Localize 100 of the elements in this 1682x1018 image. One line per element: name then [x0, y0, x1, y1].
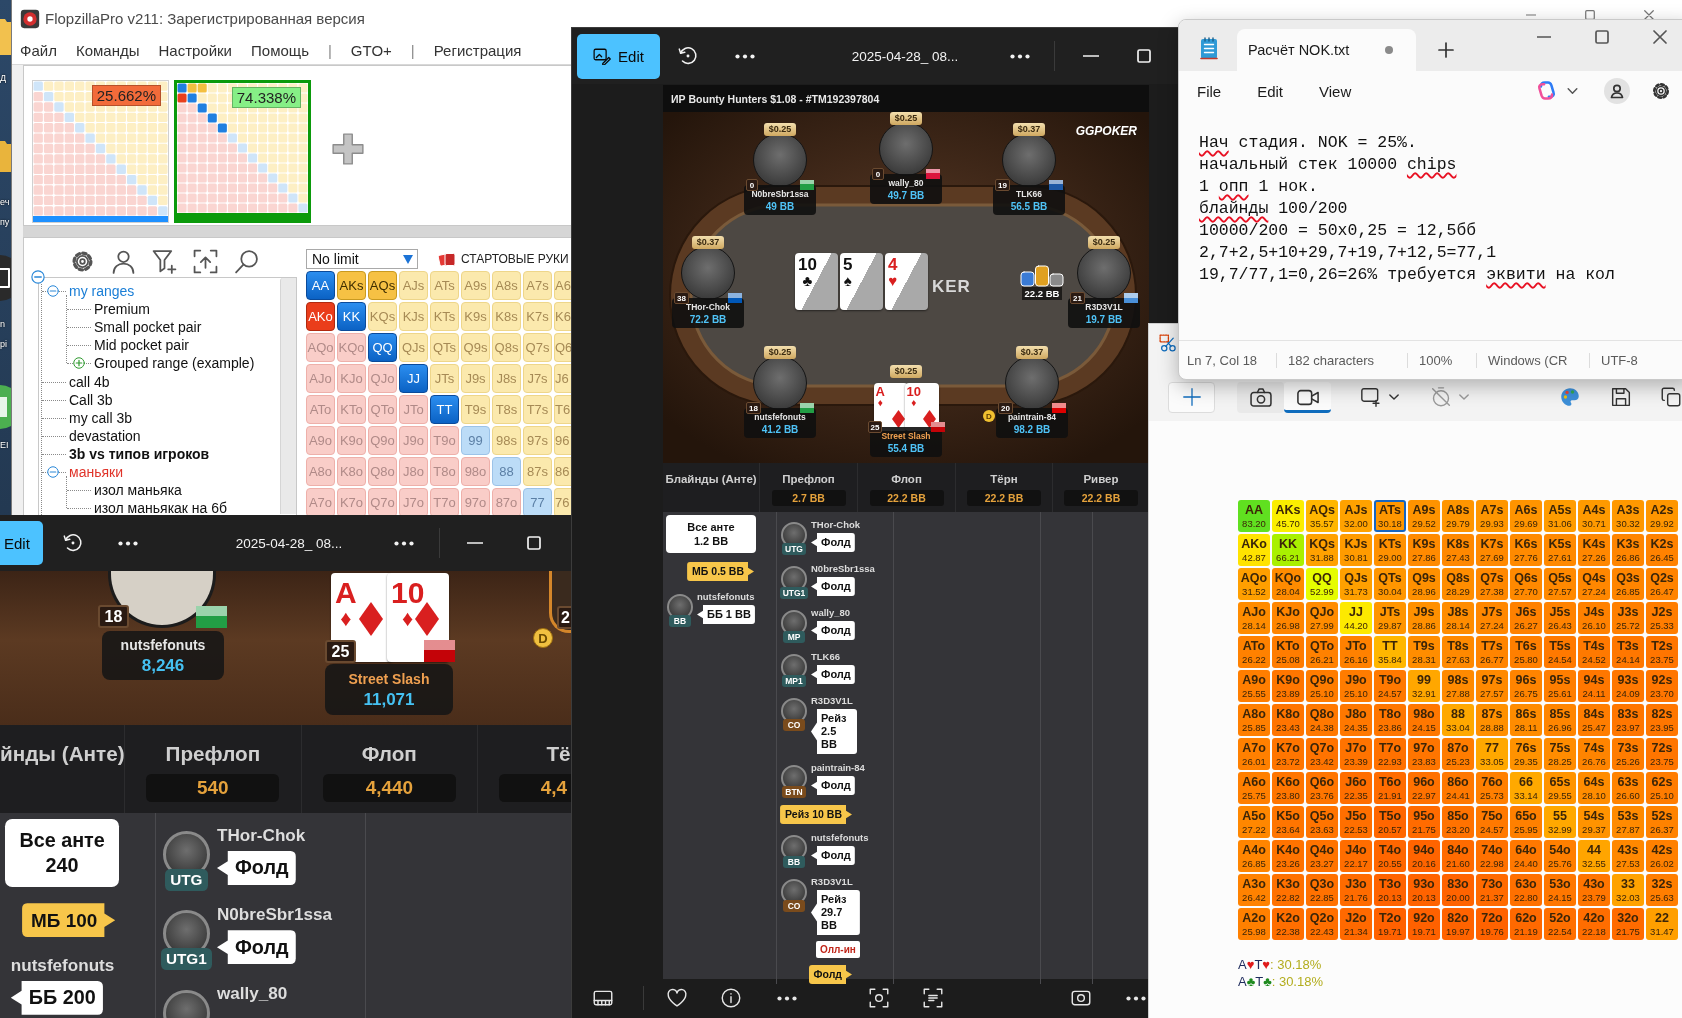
hand-cell[interactable]: KJo [337, 364, 366, 393]
hand-cell[interactable]: AQs [368, 271, 397, 300]
hand-cell[interactable]: TT [430, 395, 459, 424]
hand-cell[interactable]: 77 [523, 488, 552, 517]
hand-cell[interactable]: A9s [461, 271, 490, 300]
hand-cell[interactable]: 96 [554, 426, 571, 455]
menu-item[interactable]: GTO+ [350, 42, 392, 59]
tree-item[interactable]: Mid pocket pair [39, 336, 189, 355]
hand-cell[interactable]: 88 [492, 457, 521, 486]
person-icon[interactable] [111, 249, 136, 274]
settings-icon[interactable] [1651, 81, 1671, 101]
hand-cell[interactable]: QTs [430, 333, 459, 362]
collapse-icon[interactable] [47, 465, 59, 478]
more-icon[interactable] [118, 540, 138, 546]
hand-cell[interactable]: T9s [461, 395, 490, 424]
hand-cell[interactable]: QQ [368, 333, 397, 362]
hand-cell[interactable]: A7o [306, 488, 335, 517]
hand-cell[interactable]: A6 [554, 271, 571, 300]
hand-cell[interactable]: AJs [399, 271, 428, 300]
tree-item[interactable]: Small pocket pair [39, 318, 202, 337]
collapse-icon[interactable] [47, 285, 59, 297]
filmstrip-icon[interactable] [593, 988, 613, 1008]
hand-cell[interactable]: QTo [368, 395, 397, 424]
hand-cell[interactable]: T8o [430, 457, 459, 486]
hand-cell[interactable]: ATs [430, 271, 459, 300]
logo-icon[interactable] [1537, 81, 1556, 100]
hand-cell[interactable]: K7s [523, 302, 552, 331]
hand-cell[interactable]: ATo [306, 395, 335, 424]
focus-icon[interactable] [869, 988, 889, 1008]
heart-icon[interactable] [667, 988, 687, 1008]
collapse-icon[interactable] [31, 270, 45, 284]
filter-icon[interactable] [152, 249, 177, 274]
info-icon[interactable] [721, 988, 741, 1008]
hand-cell[interactable]: KTs [430, 302, 459, 331]
hand-cell[interactable]: T7s [523, 395, 552, 424]
hand-cell[interactable]: K9s [461, 302, 490, 331]
hand-cell[interactable]: T6 [554, 395, 571, 424]
palette-icon[interactable] [1560, 387, 1580, 407]
timer-button[interactable] [1431, 385, 1469, 409]
tree-item[interactable]: my ranges [39, 282, 135, 301]
hand-cell[interactable]: J7o [399, 488, 428, 517]
settings-icon[interactable] [70, 249, 95, 274]
hand-cell[interactable]: K8o [337, 457, 366, 486]
hand-cell[interactable]: Q6 [554, 333, 571, 362]
hand-cell[interactable]: T8s [492, 395, 521, 424]
copy-icon[interactable] [1661, 387, 1681, 407]
more-icon[interactable] [1010, 53, 1030, 59]
hand-cell[interactable]: AQo [306, 333, 335, 362]
new-snip-button[interactable] [1168, 381, 1215, 413]
more-icon[interactable] [735, 53, 755, 59]
hand-cell[interactable]: AKo [306, 302, 335, 331]
text-scan-icon[interactable] [923, 988, 943, 1008]
hand-cell[interactable]: Q7s [523, 333, 552, 362]
tree-item[interactable]: 3b vs типов игроков [39, 444, 210, 463]
hand-cell[interactable]: 87s [523, 457, 552, 486]
hand-cell[interactable]: Q8s [492, 333, 521, 362]
hand-cell[interactable]: A8s [492, 271, 521, 300]
hand-cell[interactable]: JTs [430, 364, 459, 393]
screenshot-icon[interactable] [1071, 988, 1091, 1008]
menu-item[interactable]: Команды [75, 42, 140, 59]
hand-cell[interactable]: A9o [306, 426, 335, 455]
close-icon[interactable] [1653, 30, 1667, 44]
desktop-icon-label[interactable]: пу [0, 217, 10, 228]
hand-cell[interactable]: QJo [368, 364, 397, 393]
hand-cell[interactable]: 76 [554, 488, 571, 517]
capture-mode-button[interactable] [1237, 381, 1284, 413]
capture-mode-button[interactable] [1284, 381, 1331, 413]
rotate-icon[interactable] [62, 532, 84, 554]
hand-cell[interactable]: Q7o [368, 488, 397, 517]
hand-cell[interactable]: KJs [399, 302, 428, 331]
hand-cell[interactable]: J8s [492, 364, 521, 393]
game-type-dropdown[interactable]: No limit [306, 249, 418, 269]
close-icon[interactable] [1644, 10, 1654, 20]
hand-cell[interactable]: A8o [306, 457, 335, 486]
hand-cell[interactable]: Q9o [368, 426, 397, 455]
plus-icon[interactable] [1438, 42, 1454, 58]
edit-button[interactable]: Edit [0, 521, 43, 565]
hand-cell[interactable]: 87o [492, 488, 521, 517]
hand-cell[interactable]: 97o [461, 488, 490, 517]
account-icon[interactable] [1604, 78, 1630, 104]
text-area[interactable]: Нач стадия. NOK = 25%. начальный стек 10000 chips 1 опп 1 нок. блайнды 100/200 10000/200 = 50x0,25 = 12,5бб 2,7+2,5+10+29,7+19,7+12,5=77,1 19,7/77,1=0,26=26% требуется эквити на кол [1179, 112, 1682, 340]
desktop-icon-label[interactable]: EI [0, 440, 9, 451]
chevron-icon[interactable] [1567, 88, 1578, 94]
menu-item[interactable]: View [1319, 83, 1352, 100]
hand-cell[interactable]: Q9s [461, 333, 490, 362]
hand-cell[interactable]: A7s [523, 271, 552, 300]
hand-cell[interactable]: KK [337, 302, 366, 331]
file-tab[interactable]: Расчёт NOK.txt [1237, 29, 1416, 71]
hand-cell[interactable]: 99 [461, 426, 490, 455]
search-icon[interactable] [234, 249, 259, 274]
hand-cell[interactable]: 98o [461, 457, 490, 486]
range-thumbnail[interactable]: 74.338% [174, 80, 311, 223]
hand-cell[interactable]: J6 [554, 364, 571, 393]
desktop-icon-label[interactable]: n [0, 319, 5, 330]
hand-cell[interactable]: J9s [461, 364, 490, 393]
hand-cell[interactable]: J9o [399, 426, 428, 455]
tree-item[interactable]: Call 3b [39, 390, 113, 409]
add-icon[interactable] [331, 132, 365, 166]
hand-cell[interactable]: T7o [430, 488, 459, 517]
desktop-icon-label[interactable]: pi [0, 339, 7, 350]
